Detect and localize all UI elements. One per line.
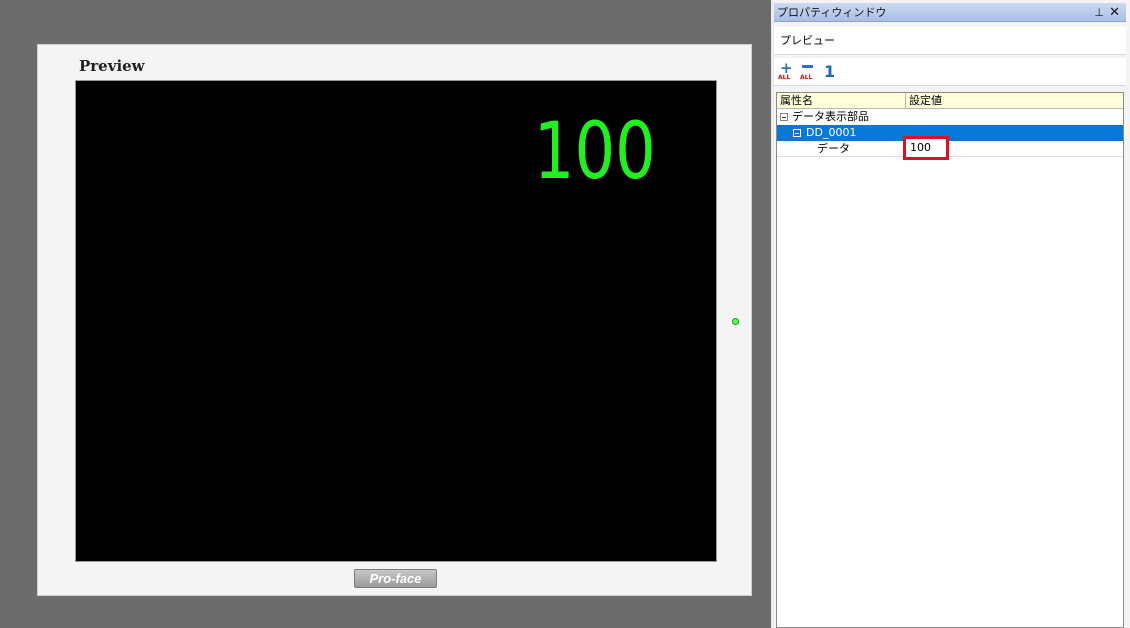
- column-divider[interactable]: [905, 93, 906, 109]
- preview-workspace: Preview 100 Pro-face: [0, 0, 771, 628]
- tree-row-data[interactable]: データ 100: [777, 136, 1123, 160]
- preview-title: Preview: [79, 57, 145, 75]
- preview-label: プレビュー: [780, 34, 835, 47]
- tree-row-label: DD_0001: [806, 126, 857, 139]
- property-window: プロパティウィンドウ ⊥ ✕ プレビュー + ALL ALL 1 属性名 設定値: [774, 0, 1130, 628]
- tree-row-category[interactable]: データ表示部品: [777, 109, 1123, 125]
- preview-label-row: プレビュー: [774, 27, 1126, 55]
- column-header-value[interactable]: 設定値: [909, 93, 942, 109]
- tree-row-label: データ表示部品: [792, 110, 869, 123]
- pin-icon[interactable]: ⊥: [1094, 3, 1104, 22]
- collapse-toggle-icon[interactable]: [780, 113, 788, 121]
- expand-all-text: ALL: [778, 74, 791, 81]
- expand-all-icon[interactable]: + ALL: [778, 61, 794, 82]
- collapse-all-text: ALL: [800, 74, 813, 81]
- tree-row-label: データ: [817, 142, 850, 155]
- column-header-name[interactable]: 属性名: [780, 93, 813, 109]
- property-window-title: プロパティウィンドウ: [777, 6, 887, 19]
- property-toolbar: + ALL ALL 1: [774, 58, 1126, 86]
- device-frame: Preview 100 Pro-face: [37, 44, 752, 596]
- status-led: [732, 318, 739, 325]
- number-icon[interactable]: 1: [824, 62, 836, 82]
- tree-row-item-selected[interactable]: DD_0001: [777, 125, 1123, 141]
- app-window: Preview 100 Pro-face プロパティウィンドウ ⊥ ✕ プレビュ…: [0, 0, 1130, 628]
- close-icon[interactable]: ✕: [1109, 3, 1120, 22]
- collapse-toggle-icon[interactable]: [793, 129, 801, 137]
- proface-logo: Pro-face: [354, 569, 437, 588]
- data-display-value[interactable]: 100: [534, 109, 656, 195]
- collapse-all-icon[interactable]: ALL: [800, 62, 816, 82]
- property-grid: 属性名 設定値 データ表示部品 DD_0001 データ 100: [776, 92, 1124, 628]
- property-window-titlebar: プロパティウィンドウ ⊥ ✕: [774, 3, 1126, 22]
- data-value-field[interactable]: 100: [903, 136, 949, 160]
- hmi-screen[interactable]: 100: [75, 80, 717, 562]
- grid-header: 属性名 設定値: [777, 93, 1123, 109]
